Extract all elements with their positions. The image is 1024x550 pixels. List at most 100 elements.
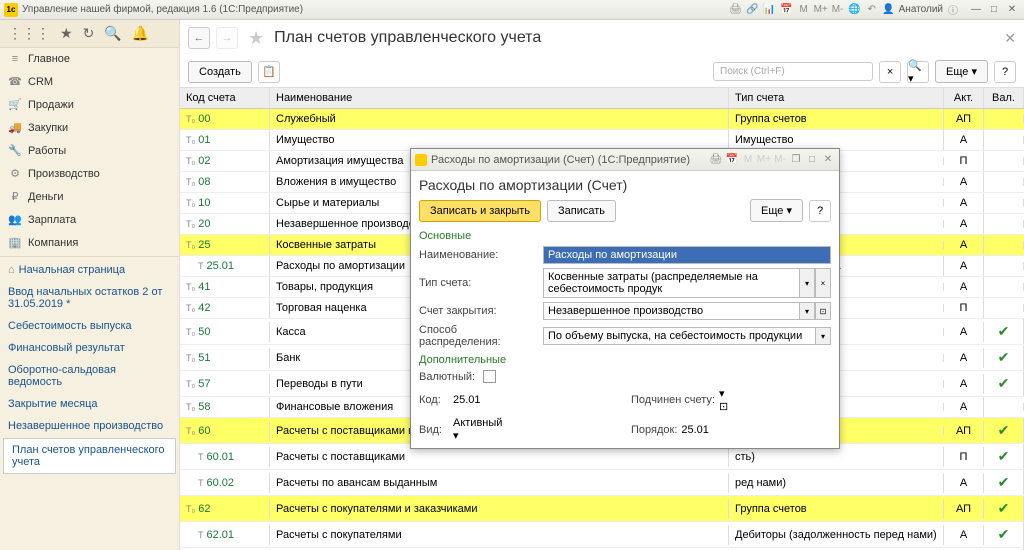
sidebar-item-0[interactable]: ≡Главное [0, 48, 179, 70]
account-icon: T₀ [186, 240, 195, 250]
sidebar-label: Закупки [28, 122, 68, 134]
table-row[interactable]: T 62.01 Расчеты с покупателями Дебиторы … [180, 522, 1024, 548]
closing-dropdown-icon[interactable]: ▾ [799, 302, 815, 320]
sidebar-item-8[interactable]: 🏢Компания [0, 231, 179, 254]
minimize-icon[interactable]: — [968, 3, 984, 17]
sidebar-item-5[interactable]: ⚙Производство [0, 162, 179, 185]
favorite-icon[interactable]: ★ [248, 28, 264, 49]
col-type[interactable]: Тип счета [729, 88, 944, 108]
apps-icon[interactable]: ⋮⋮⋮ [8, 25, 50, 42]
print-icon[interactable]: 🖨 [729, 3, 743, 17]
kind-field[interactable]: Активный [453, 417, 619, 429]
search-icon[interactable]: 🔍 [104, 25, 121, 42]
user-name: Анатолий [899, 3, 943, 17]
dialog-print-icon[interactable]: 🖨 [709, 153, 723, 167]
dialog-max-icon[interactable]: □ [805, 153, 819, 167]
order-field[interactable]: 25.01 [681, 424, 709, 436]
sidebar-link-0[interactable]: ⌂Начальная страница [0, 259, 179, 281]
info-icon[interactable]: ⓘ [946, 3, 960, 17]
nav-forward-button[interactable]: → [216, 27, 238, 49]
copy-button[interactable]: 📋 [258, 61, 280, 83]
mplus-badge[interactable]: M+ [814, 3, 828, 17]
sidebar-link-2[interactable]: Себестоимость выпуска [0, 315, 179, 337]
sidebar-item-4[interactable]: 🔧Работы [0, 139, 179, 162]
sidebar-item-1[interactable]: ☎CRM [0, 70, 179, 93]
dialog-help-button[interactable]: ? [809, 200, 831, 222]
dialog-restore-icon[interactable]: ❐ [789, 153, 803, 167]
sidebar-label: Зарплата [28, 214, 76, 226]
table-row[interactable]: T₀ 62 Расчеты с покупателями и заказчика… [180, 496, 1024, 522]
type-field[interactable]: Косвенные затраты (распределяемые на себ… [543, 268, 799, 298]
sidebar-link-3[interactable]: Финансовый результат [0, 337, 179, 359]
link-icon[interactable]: 🔗 [746, 3, 760, 17]
parent-open-icon[interactable]: ⊡ [719, 400, 831, 413]
table-row[interactable]: T 60.02 Расчеты по авансам выданным ред … [180, 470, 1024, 496]
distrib-field[interactable]: По объему выпуска, на себестоимость прод… [543, 327, 815, 345]
dialog-mminus-icon[interactable]: M- [773, 153, 787, 167]
parent-dropdown-icon[interactable]: ▾ [719, 387, 831, 400]
save-button[interactable]: Записать [547, 200, 616, 222]
search-go-button[interactable]: 🔍 ▾ [907, 61, 929, 83]
closing-open-icon[interactable]: ⊡ [815, 302, 831, 320]
close-icon[interactable]: ✕ [1004, 3, 1020, 17]
type-dropdown-icon[interactable]: ▾ [799, 268, 815, 298]
sidebar-link-5[interactable]: Закрытие месяца [0, 393, 179, 415]
label-distrib: Способ распределения: [419, 324, 539, 348]
sidebar-label: Главное [28, 53, 70, 65]
sidebar-link-4[interactable]: Оборотно-сальдовая ведомость [0, 359, 179, 393]
dialog-mplus-icon[interactable]: M+ [757, 153, 771, 167]
dialog-titlebar[interactable]: Расходы по амортизации (Счет) (1С:Предпр… [411, 149, 839, 171]
sidebar-label: Компания [28, 237, 78, 249]
sidebar-item-2[interactable]: 🛒Продажи [0, 93, 179, 116]
dialog-close-icon[interactable]: ✕ [821, 153, 835, 167]
code-field[interactable]: 25.01 [453, 394, 533, 406]
page-close-icon[interactable]: ✕ [1004, 30, 1016, 47]
kind-dropdown-icon[interactable]: ▾ [453, 429, 619, 442]
col-act[interactable]: Акт. [944, 88, 984, 108]
col-val[interactable]: Вал. [984, 88, 1024, 108]
check-icon: ✔ [998, 526, 1010, 542]
dialog-more-button[interactable]: Еще ▾ [750, 199, 803, 222]
user-icon[interactable]: 👤 [882, 3, 896, 17]
globe-icon[interactable]: 🌐 [848, 3, 862, 17]
table-row[interactable]: T₀ 00 Служебный Группа счетов АП [180, 109, 1024, 130]
m-badge[interactable]: M [797, 3, 811, 17]
type-clear-icon[interactable]: × [815, 268, 831, 298]
nav-back-button[interactable]: ← [188, 27, 210, 49]
sidebar-item-6[interactable]: ₽Деньги [0, 185, 179, 208]
account-icon: T₀ [186, 156, 195, 166]
history-icon[interactable]: ↻ [83, 25, 95, 42]
bell-icon[interactable]: 🔔 [132, 25, 149, 42]
sidebar-item-7[interactable]: 👥 Зарплата [0, 208, 179, 231]
distrib-dropdown-icon[interactable]: ▾ [815, 327, 831, 345]
closing-field[interactable]: Незавершенное производство [543, 302, 799, 320]
col-code[interactable]: Код счета [180, 88, 270, 108]
name-field[interactable]: Расходы по амортизации [543, 246, 831, 264]
label-closing: Счет закрытия: [419, 305, 539, 317]
save-close-button[interactable]: Записать и закрыть [419, 200, 541, 222]
search-clear-button[interactable]: × [879, 61, 901, 83]
dialog-calendar-icon[interactable]: 📅 [725, 153, 739, 167]
dialog-m-icon[interactable]: M [741, 153, 755, 167]
col-name[interactable]: Наименование [270, 88, 729, 108]
app-logo-icon: 1c [4, 3, 18, 17]
account-icon: T₀ [186, 198, 195, 208]
create-button[interactable]: Создать [188, 61, 252, 83]
sidebar-link-7[interactable]: План счетов управленческого учета [3, 438, 176, 474]
back-icon[interactable]: ↶ [865, 3, 879, 17]
more-button[interactable]: Еще ▾ [935, 60, 988, 83]
account-icon: T [198, 530, 204, 540]
mminus-badge[interactable]: M- [831, 3, 845, 17]
sidebar-link-1[interactable]: Ввод начальных остатков 2 от 31.05.2019 … [0, 281, 179, 315]
star-icon[interactable]: ★ [60, 25, 73, 42]
sidebar-item-3[interactable]: 🚚Закупки [0, 116, 179, 139]
currency-checkbox[interactable] [483, 370, 496, 383]
maximize-icon[interactable]: □ [986, 3, 1002, 17]
help-button[interactable]: ? [994, 61, 1016, 83]
calendar-icon[interactable]: 📅 [780, 3, 794, 17]
calc-icon[interactable]: 📊 [763, 3, 777, 17]
sidebar-link-6[interactable]: Незавершенное производство [0, 415, 179, 437]
search-input[interactable]: Поиск (Ctrl+F) [713, 62, 873, 81]
sidebar-icon: 👥 [8, 213, 22, 226]
account-icon: T₀ [186, 504, 195, 514]
